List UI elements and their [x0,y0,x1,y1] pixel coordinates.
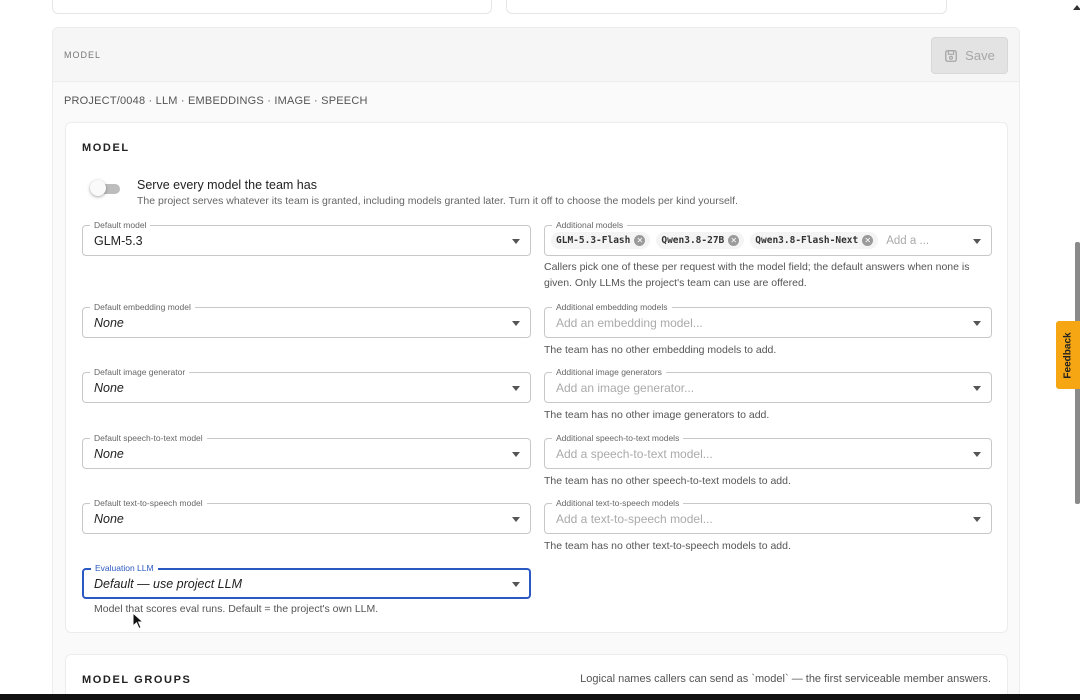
model-card-title: MODEL [82,142,130,154]
chevron-down-icon [512,582,520,587]
chevron-down-icon [512,321,520,326]
previous-card-right [506,0,947,14]
additional-image-legend: Additional image generators [552,366,666,378]
remove-chip-icon[interactable]: ✕ [634,235,646,246]
default-image-value: None [94,381,124,395]
save-icon [945,49,958,62]
page: MODEL Save PROJECT/0048 · LLM · EMBEDDIN… [0,0,1080,700]
model-section: MODEL Save PROJECT/0048 · LLM · EMBEDDIN… [52,27,1020,700]
chevron-down-icon [512,452,520,457]
additional-tts-legend: Additional text-to-speech models [552,497,684,509]
remove-chip-icon[interactable]: ✕ [862,235,874,246]
additional-tts-placeholder: Add a text-to-speech model... [556,512,713,526]
save-button[interactable]: Save [931,37,1008,74]
serve-all-help: The project serves whatever its team is … [137,195,738,207]
default-embedding-legend: Default embedding model [90,301,195,313]
additional-models-input[interactable]: Add a ... [886,235,929,247]
default-tts-value: None [94,512,124,526]
default-embedding-value: None [94,316,124,330]
additional-embedding-legend: Additional embedding models [552,301,672,313]
additional-models-select[interactable]: Additional models GLM-5.3-Flash ✕ Qwen3.… [544,219,992,256]
chip-label: Qwen3.8-27B [661,235,725,246]
serve-all-label: Serve every model the team has [137,178,317,192]
evaluation-llm-select[interactable]: Evaluation LLM Default — use project LLM [82,562,531,599]
feedback-label: Feedback [1062,331,1074,379]
mouse-cursor-icon [132,612,144,630]
chevron-down-icon [973,239,981,244]
default-image-select[interactable]: Default image generator None [82,366,531,403]
additional-embedding-help: The team has no other embedding models t… [544,344,777,356]
additional-tts-select[interactable]: Additional text-to-speech models Add a t… [544,497,992,534]
chevron-down-icon [512,239,520,244]
model-card: MODEL Serve every model the team has The… [65,122,1008,633]
evaluation-llm-legend: Evaluation LLM [91,562,158,574]
default-stt-value: None [94,447,124,461]
scroll-up-arrow-icon[interactable] [1073,5,1080,10]
chip-label: Qwen3.8-Flash-Next [755,235,859,246]
default-image-legend: Default image generator [90,366,190,378]
additional-stt-select[interactable]: Additional speech-to-text models Add a s… [544,432,992,469]
default-stt-select[interactable]: Default speech-to-text model None [82,432,531,469]
save-label: Save [965,48,995,63]
additional-stt-legend: Additional speech-to-text models [552,432,684,444]
model-chip: Qwen3.8-Flash-Next ✕ [750,232,879,249]
bottom-bar [0,694,1080,700]
chevron-down-icon [973,452,981,457]
default-stt-legend: Default speech-to-text model [90,432,207,444]
toggle-knob [90,180,106,196]
additional-tts-help: The team has no other text-to-speech mod… [544,540,791,552]
chevron-down-icon [973,386,981,391]
default-model-select[interactable]: Default model GLM-5.3 [82,219,531,256]
previous-card-left [52,0,492,14]
feedback-tab[interactable]: Feedback [1056,321,1080,389]
section-header: MODEL Save [53,28,1019,82]
section-label: MODEL [64,50,102,60]
chevron-down-icon [973,321,981,326]
additional-stt-help: The team has no other speech-to-text mod… [544,475,791,487]
additional-embedding-placeholder: Add an embedding model... [556,316,703,330]
default-model-value: GLM-5.3 [94,234,143,248]
chip-list: GLM-5.3-Flash ✕ Qwen3.8-27B ✕ Qwen3.8-Fl… [551,232,929,249]
evaluation-llm-value: Default — use project LLM [94,577,242,591]
model-chip: Qwen3.8-27B ✕ [656,232,745,249]
chip-label: GLM-5.3-Flash [556,235,631,246]
chevron-down-icon [973,517,981,522]
model-groups-help: Logical names callers can send as `model… [580,673,991,685]
default-embedding-select[interactable]: Default embedding model None [82,301,531,338]
additional-models-legend: Additional models [552,219,628,231]
additional-image-help: The team has no other image generators t… [544,409,770,421]
additional-image-select[interactable]: Additional image generators Add an image… [544,366,992,403]
additional-embedding-select[interactable]: Additional embedding models Add an embed… [544,301,992,338]
remove-chip-icon[interactable]: ✕ [728,235,740,246]
default-tts-legend: Default text-to-speech model [90,497,207,509]
breadcrumb: PROJECT/0048 · LLM · EMBEDDINGS · IMAGE … [64,95,368,107]
additional-image-placeholder: Add an image generator... [556,381,695,395]
model-groups-title: MODEL GROUPS [82,674,192,686]
model-chip: GLM-5.3-Flash ✕ [551,232,651,249]
chevron-down-icon [512,517,520,522]
default-tts-select[interactable]: Default text-to-speech model None [82,497,531,534]
serve-all-toggle[interactable] [90,180,122,196]
additional-models-help: Callers pick one of these per request wi… [544,261,970,289]
default-model-legend: Default model [90,219,151,231]
chevron-down-icon [512,386,520,391]
additional-stt-placeholder: Add a speech-to-text model... [556,447,713,461]
